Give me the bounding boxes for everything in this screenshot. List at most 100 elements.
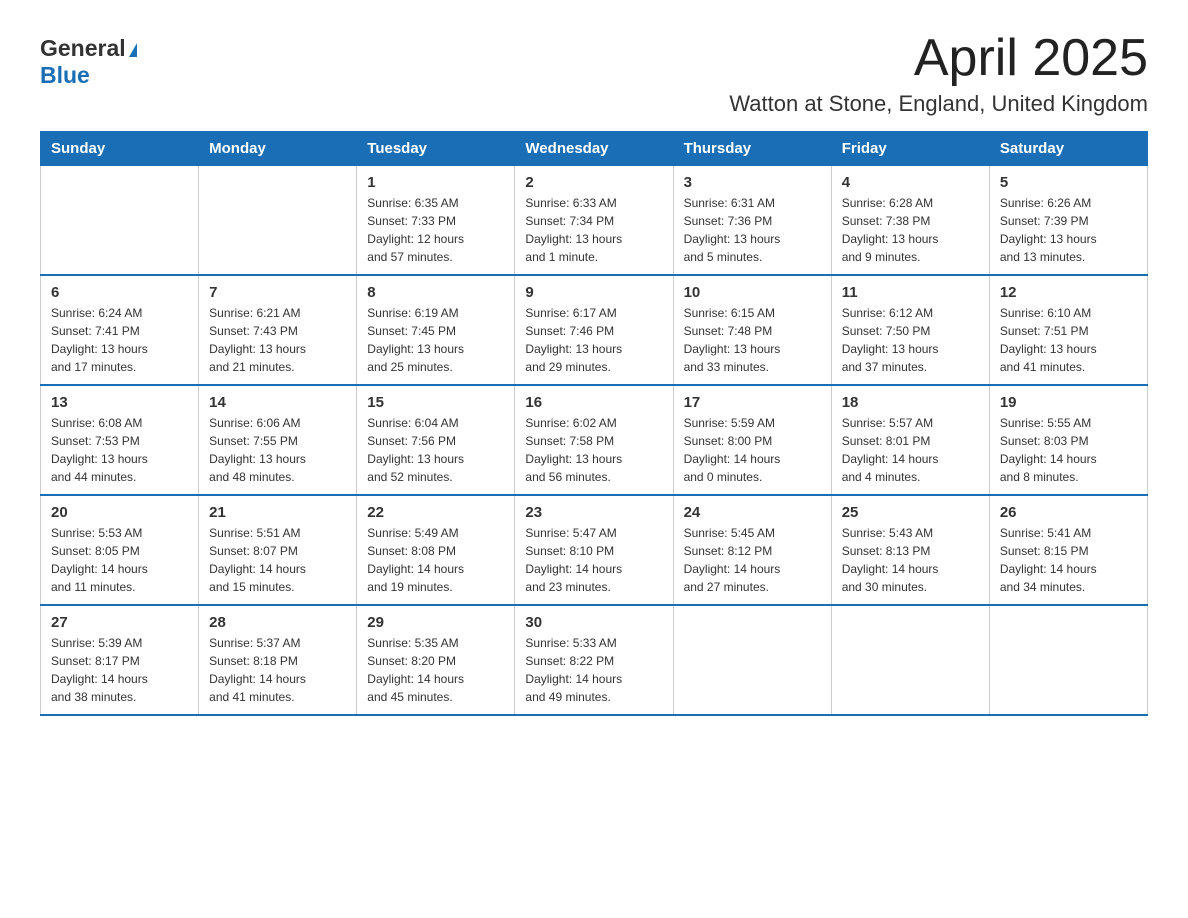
day-info: Sunrise: 6:17 AM Sunset: 7:46 PM Dayligh…: [525, 304, 662, 376]
day-number: 14: [209, 394, 346, 411]
col-wednesday: Wednesday: [515, 132, 673, 166]
calendar-cell: 25 Sunrise: 5:43 AM Sunset: 8:13 PM Dayli…: [831, 495, 989, 605]
day-info: Sunrise: 6:04 AM Sunset: 7:56 PM Dayligh…: [367, 414, 504, 486]
calendar-cell: 8 Sunrise: 6:19 AM Sunset: 7:45 PM Daylig…: [357, 275, 515, 385]
day-number: 3: [684, 174, 821, 191]
title-block: April 2025 Watton at Stone, England, Uni…: [729, 30, 1148, 117]
calendar-cell: 3 Sunrise: 6:31 AM Sunset: 7:36 PM Daylig…: [673, 166, 831, 276]
calendar-cell: 6Sunrise: 6:24 AM Sunset: 7:41 PM Daylig…: [41, 275, 199, 385]
day-number: 13: [51, 394, 188, 411]
calendar-cell: [673, 605, 831, 715]
day-number: 23: [525, 504, 662, 521]
calendar-cell: 17 Sunrise: 5:59 AM Sunset: 8:00 PM Dayli…: [673, 385, 831, 495]
day-number: 10: [684, 284, 821, 301]
day-info: Sunrise: 6:21 AM Sunset: 7:43 PM Dayligh…: [209, 304, 346, 376]
calendar-cell: 5Sunrise: 6:26 AM Sunset: 7:39 PM Daylig…: [989, 166, 1147, 276]
day-number: 29: [367, 614, 504, 631]
location-title: Watton at Stone, England, United Kingdom: [729, 91, 1148, 117]
calendar-cell: [989, 605, 1147, 715]
calendar-cell: 30Sunrise: 5:33 AM Sunset: 8:22 PM Dayli…: [515, 605, 673, 715]
day-number: 18: [842, 394, 979, 411]
day-info: Sunrise: 5:45 AM Sunset: 8:12 PM Dayligh…: [684, 524, 821, 596]
calendar-cell: 10 Sunrise: 6:15 AM Sunset: 7:48 PM Dayli…: [673, 275, 831, 385]
calendar-cell: 12Sunrise: 6:10 AM Sunset: 7:51 PM Dayli…: [989, 275, 1147, 385]
day-info: Sunrise: 6:08 AM Sunset: 7:53 PM Dayligh…: [51, 414, 188, 486]
calendar-cell: 13 Sunrise: 6:08 AM Sunset: 7:53 PM Dayli…: [41, 385, 199, 495]
logo-triangle-icon: [129, 43, 137, 57]
day-info: Sunrise: 6:12 AM Sunset: 7:50 PM Dayligh…: [842, 304, 979, 376]
calendar-cell: 2 Sunrise: 6:33 AM Sunset: 7:34 PM Daylig…: [515, 166, 673, 276]
day-info: Sunrise: 6:31 AM Sunset: 7:36 PM Dayligh…: [684, 194, 821, 266]
day-info: Sunrise: 5:55 AM Sunset: 8:03 PM Dayligh…: [1000, 414, 1137, 486]
day-number: 28: [209, 614, 346, 631]
day-number: 7: [209, 284, 346, 301]
day-number: 19: [1000, 394, 1137, 411]
calendar-cell: 7 Sunrise: 6:21 AM Sunset: 7:43 PM Daylig…: [199, 275, 357, 385]
calendar-week-row: 13 Sunrise: 6:08 AM Sunset: 7:53 PM Dayli…: [41, 385, 1148, 495]
calendar-week-row: 6Sunrise: 6:24 AM Sunset: 7:41 PM Daylig…: [41, 275, 1148, 385]
day-info: Sunrise: 5:37 AM Sunset: 8:18 PM Dayligh…: [209, 634, 346, 706]
month-title: April 2025: [729, 30, 1148, 87]
calendar-cell: 21 Sunrise: 5:51 AM Sunset: 8:07 PM Dayli…: [199, 495, 357, 605]
calendar-cell: 26Sunrise: 5:41 AM Sunset: 8:15 PM Dayli…: [989, 495, 1147, 605]
calendar-cell: 9 Sunrise: 6:17 AM Sunset: 7:46 PM Daylig…: [515, 275, 673, 385]
calendar-cell: 22 Sunrise: 5:49 AM Sunset: 8:08 PM Dayli…: [357, 495, 515, 605]
day-info: Sunrise: 5:59 AM Sunset: 8:00 PM Dayligh…: [684, 414, 821, 486]
calendar-week-row: 27 Sunrise: 5:39 AM Sunset: 8:17 PM Dayli…: [41, 605, 1148, 715]
day-number: 8: [367, 284, 504, 301]
day-info: Sunrise: 6:33 AM Sunset: 7:34 PM Dayligh…: [525, 194, 662, 266]
day-number: 2: [525, 174, 662, 191]
day-number: 9: [525, 284, 662, 301]
calendar-cell: 19 Sunrise: 5:55 AM Sunset: 8:03 PM Dayli…: [989, 385, 1147, 495]
day-number: 27: [51, 614, 188, 631]
day-info: Sunrise: 5:41 AM Sunset: 8:15 PM Dayligh…: [1000, 524, 1137, 596]
calendar-cell: 20Sunrise: 5:53 AM Sunset: 8:05 PM Dayli…: [41, 495, 199, 605]
calendar-body: 1 Sunrise: 6:35 AM Sunset: 7:33 PM Daylig…: [41, 166, 1148, 716]
col-thursday: Thursday: [673, 132, 831, 166]
day-info: Sunrise: 5:49 AM Sunset: 8:08 PM Dayligh…: [367, 524, 504, 596]
calendar-cell: 11Sunrise: 6:12 AM Sunset: 7:50 PM Dayli…: [831, 275, 989, 385]
day-info: Sunrise: 6:26 AM Sunset: 7:39 PM Dayligh…: [1000, 194, 1137, 266]
calendar-header-row: Sunday Monday Tuesday Wednesday Thursday…: [41, 132, 1148, 166]
logo-blue-text: Blue: [40, 62, 90, 89]
col-friday: Friday: [831, 132, 989, 166]
col-monday: Monday: [199, 132, 357, 166]
day-number: 17: [684, 394, 821, 411]
calendar-cell: 29 Sunrise: 5:35 AM Sunset: 8:20 PM Dayli…: [357, 605, 515, 715]
day-info: Sunrise: 6:19 AM Sunset: 7:45 PM Dayligh…: [367, 304, 504, 376]
logo: General Blue: [40, 30, 137, 89]
day-number: 30: [525, 614, 662, 631]
calendar-cell: [831, 605, 989, 715]
day-info: Sunrise: 5:53 AM Sunset: 8:05 PM Dayligh…: [51, 524, 188, 596]
day-number: 15: [367, 394, 504, 411]
day-number: 16: [525, 394, 662, 411]
calendar-table: Sunday Monday Tuesday Wednesday Thursday…: [40, 131, 1148, 716]
day-info: Sunrise: 5:51 AM Sunset: 8:07 PM Dayligh…: [209, 524, 346, 596]
day-number: 25: [842, 504, 979, 521]
page-header: General Blue April 2025 Watton at Stone,…: [40, 30, 1148, 117]
day-number: 22: [367, 504, 504, 521]
day-info: Sunrise: 6:35 AM Sunset: 7:33 PM Dayligh…: [367, 194, 504, 266]
day-info: Sunrise: 5:39 AM Sunset: 8:17 PM Dayligh…: [51, 634, 188, 706]
calendar-cell: 14 Sunrise: 6:06 AM Sunset: 7:55 PM Dayli…: [199, 385, 357, 495]
calendar-cell: 1 Sunrise: 6:35 AM Sunset: 7:33 PM Daylig…: [357, 166, 515, 276]
calendar-cell: 18 Sunrise: 5:57 AM Sunset: 8:01 PM Dayli…: [831, 385, 989, 495]
calendar-week-row: 20Sunrise: 5:53 AM Sunset: 8:05 PM Dayli…: [41, 495, 1148, 605]
calendar-cell: 28 Sunrise: 5:37 AM Sunset: 8:18 PM Dayli…: [199, 605, 357, 715]
day-number: 21: [209, 504, 346, 521]
calendar-cell: [199, 166, 357, 276]
day-info: Sunrise: 5:35 AM Sunset: 8:20 PM Dayligh…: [367, 634, 504, 706]
day-number: 24: [684, 504, 821, 521]
calendar-cell: 4Sunrise: 6:28 AM Sunset: 7:38 PM Daylig…: [831, 166, 989, 276]
col-saturday: Saturday: [989, 132, 1147, 166]
day-info: Sunrise: 5:43 AM Sunset: 8:13 PM Dayligh…: [842, 524, 979, 596]
day-info: Sunrise: 6:06 AM Sunset: 7:55 PM Dayligh…: [209, 414, 346, 486]
day-info: Sunrise: 6:24 AM Sunset: 7:41 PM Dayligh…: [51, 304, 188, 376]
day-info: Sunrise: 6:15 AM Sunset: 7:48 PM Dayligh…: [684, 304, 821, 376]
calendar-week-row: 1 Sunrise: 6:35 AM Sunset: 7:33 PM Daylig…: [41, 166, 1148, 276]
calendar-cell: 16Sunrise: 6:02 AM Sunset: 7:58 PM Dayli…: [515, 385, 673, 495]
day-info: Sunrise: 5:57 AM Sunset: 8:01 PM Dayligh…: [842, 414, 979, 486]
day-number: 4: [842, 174, 979, 191]
calendar-cell: [41, 166, 199, 276]
day-number: 1: [367, 174, 504, 191]
